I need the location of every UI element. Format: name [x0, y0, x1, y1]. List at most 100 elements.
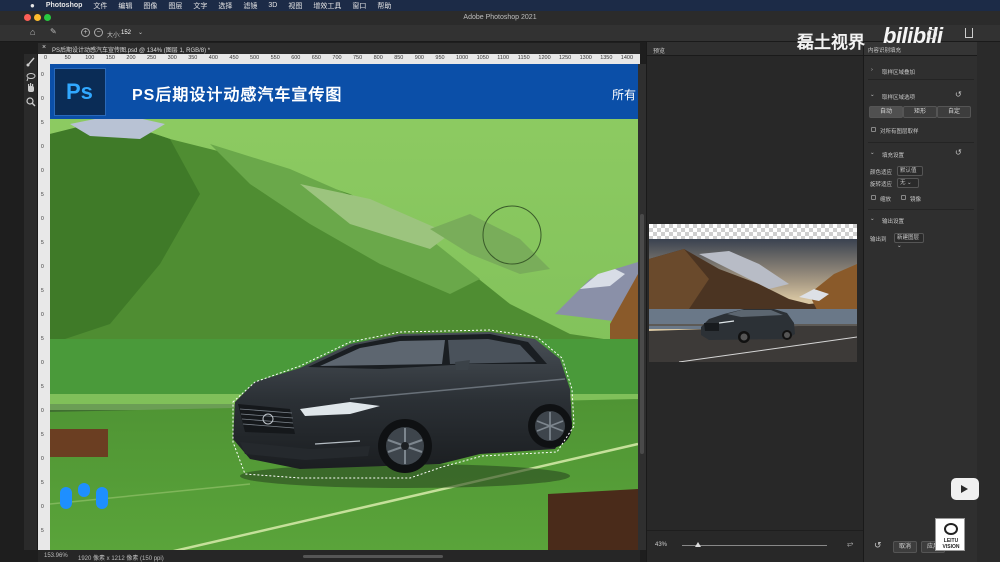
channel-watermark: 磊土视界 bilibili	[797, 22, 977, 56]
menu-view[interactable]: 视图	[288, 1, 302, 11]
add-mode-icon[interactable]: +	[81, 28, 90, 37]
menu-layer[interactable]: 图层	[168, 1, 182, 11]
ruler-h-tick: 950	[435, 55, 445, 61]
ruler-h-tick: 750	[353, 55, 363, 61]
ruler-h-tick: 1000	[456, 55, 469, 61]
preview-zoom-value[interactable]: 43%	[655, 542, 667, 548]
scale-label: 缩放	[880, 197, 892, 203]
ruler-v-tick: 5	[41, 480, 44, 486]
chevron-down-icon[interactable]: ⌄	[870, 216, 875, 222]
output-to-label: 输出到	[870, 237, 887, 243]
ruler-v-tick: 0	[41, 216, 44, 222]
ruler-v-tick: 0	[41, 96, 44, 102]
brush-icon[interactable]	[26, 57, 35, 67]
hand-icon[interactable]	[28, 83, 34, 92]
zoom-icon[interactable]	[26, 97, 36, 107]
status-bar: 153.96% 1920 像素 x 1212 像素 (150 ppi)	[38, 550, 640, 562]
output-to-select[interactable]: 新建图层 ⌄	[894, 233, 924, 249]
home-icon[interactable]: ⌂	[30, 27, 35, 37]
chevron-down-icon[interactable]: ⌄	[870, 150, 875, 156]
cancel-button[interactable]: 取消	[893, 541, 917, 553]
ruler-h-tick: 300	[167, 55, 177, 61]
ruler-h-tick: 50	[64, 55, 71, 61]
fit-preview-icon[interactable]: ⥂	[847, 539, 853, 549]
ruler-v-tick: 0	[41, 312, 44, 318]
ruler-h-tick: 500	[250, 55, 260, 61]
reset-all-icon[interactable]: ↺	[874, 540, 882, 551]
size-label: 大小:	[107, 33, 121, 39]
collapsed-panel-dock	[977, 42, 1000, 562]
size-dropdown-icon[interactable]: ⌄	[138, 29, 143, 36]
ruler-v-tick: 5	[41, 384, 44, 390]
color-adapt-select[interactable]: 默认值 ⌄	[897, 166, 923, 182]
leitu-vision-badge: LEITU VISION	[935, 518, 965, 551]
apple-icon[interactable]: ●	[30, 1, 35, 10]
menu-type[interactable]: 文字	[193, 1, 207, 11]
mirror-checkbox[interactable]	[901, 195, 906, 200]
mode-rect-button[interactable]: 矩形	[903, 106, 937, 118]
ruler-v-tick: 0	[41, 456, 44, 462]
mode-auto-button[interactable]: 自动	[869, 106, 903, 118]
menu-photoshop[interactable]: Photoshop	[46, 2, 83, 9]
banner-title: PS后期设计动感汽车宣传图	[132, 87, 343, 104]
subtract-mode-icon[interactable]: −	[94, 28, 103, 37]
canvas-vertical-scrollbar[interactable]	[638, 64, 646, 550]
brush-tool-icon[interactable]: ✎	[50, 27, 57, 36]
search-icon[interactable]	[927, 29, 937, 39]
ps-logo-text: Ps	[66, 79, 93, 104]
preview-zoom-slider[interactable]	[682, 545, 827, 546]
document-dimensions: 1920 像素 x 1212 像素 (150 ppi)	[78, 556, 164, 562]
menu-window[interactable]: 窗口	[352, 1, 366, 11]
ruler-h-tick: 1100	[497, 55, 510, 61]
ruler-h-tick: 250	[147, 55, 157, 61]
output-settings-header[interactable]: 输出设置	[882, 217, 904, 225]
chevron-right-icon[interactable]: ›	[871, 67, 873, 73]
menu-edit[interactable]: 编辑	[118, 1, 132, 11]
fill-settings-header[interactable]: 填充设置	[882, 151, 904, 159]
sampling-overlay-header[interactable]: 取样区域叠加	[882, 68, 915, 76]
reset-sampling-icon[interactable]: ↺	[955, 90, 962, 99]
ruler-h-tick: 100	[85, 55, 95, 61]
sample-all-layers-checkbox[interactable]	[871, 127, 876, 132]
sampling-options-header[interactable]: 取样区域选项	[882, 93, 915, 101]
horizontal-scrollbar[interactable]	[303, 555, 443, 558]
share-icon[interactable]	[965, 28, 973, 38]
ruler-h-tick: 550	[270, 55, 280, 61]
ruler-v-tick: 0	[41, 264, 44, 270]
ruler-h-tick: 800	[373, 55, 383, 61]
size-value[interactable]: 152	[121, 30, 131, 36]
menu-select[interactable]: 选择	[218, 1, 232, 11]
camera-icon	[944, 523, 958, 535]
document-tab[interactable]: PS后期设计动感汽车宣传图.psd @ 134% (图层 1, RGB/8) *	[52, 45, 210, 54]
ruler-h-tick: 1400	[620, 55, 634, 61]
preview-panel: 预览 43% ⥂	[646, 42, 864, 562]
banner-right-text: 所有	[612, 88, 637, 102]
chevron-down-icon[interactable]: ⌄	[870, 92, 875, 98]
document-tab-bar: × PS后期设计动感汽车宣传图.psd @ 134% (图层 1, RGB/8)…	[38, 43, 640, 54]
menu-file[interactable]: 文件	[93, 1, 107, 11]
menu-help[interactable]: 帮助	[377, 1, 391, 11]
leitu-logo-mark	[60, 483, 110, 510]
preview-zoom-slider-handle[interactable]	[695, 542, 701, 547]
lasso-icon[interactable]	[26, 73, 36, 82]
ruler-v-tick: 5	[41, 432, 44, 438]
scale-checkbox[interactable]	[871, 195, 876, 200]
transparency-strip	[649, 224, 857, 239]
menu-filter[interactable]: 滤镜	[243, 1, 257, 11]
fill-preview-image	[649, 239, 857, 362]
reset-fill-icon[interactable]: ↺	[955, 148, 962, 157]
zoom-readout[interactable]: 153.96%	[44, 553, 68, 559]
ruler-h-tick: 0	[44, 55, 48, 61]
ruler-v-tick: 5	[41, 528, 44, 534]
mode-custom-button[interactable]: 自定	[937, 106, 971, 118]
menu-image[interactable]: 图像	[143, 1, 157, 11]
ruler-v-tick: 0	[41, 360, 44, 366]
menu-3d[interactable]: 3D	[268, 2, 277, 9]
close-tab-icon[interactable]: ×	[42, 44, 46, 51]
menu-plugins[interactable]: 增效工具	[313, 1, 341, 11]
document-canvas[interactable]: Ps PS后期设计动感汽车宣传图 所有	[50, 64, 638, 552]
ruler-v-tick: 0	[41, 168, 44, 174]
ruler-h-tick: 700	[332, 55, 342, 61]
rotation-adapt-select[interactable]: 无 ⌄	[897, 178, 919, 188]
tv-logo-icon	[951, 478, 979, 500]
